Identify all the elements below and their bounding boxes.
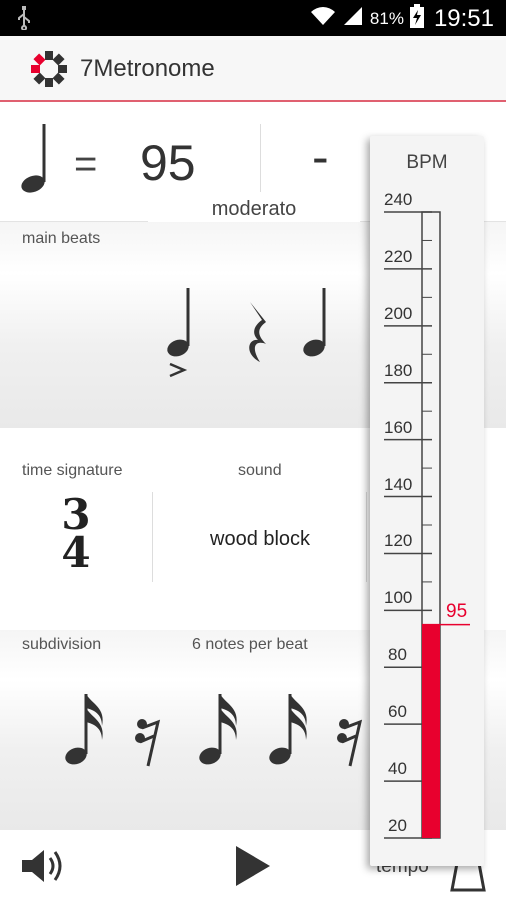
bpm-scale[interactable] — [370, 136, 484, 866]
sixteenth-rest-icon[interactable] — [134, 718, 164, 773]
subdivision-label: subdivision — [22, 636, 102, 653]
sixteenth-note-icon[interactable] — [62, 690, 112, 775]
app-title: 7Metronome — [80, 55, 215, 82]
divider — [152, 492, 153, 582]
sixteenth-note-icon[interactable] — [196, 690, 246, 775]
signal-icon — [342, 5, 364, 33]
clock: 19:51 — [433, 5, 494, 32]
sound-selector[interactable]: wood block — [210, 528, 310, 551]
bpm-tick-label: 240 — [384, 190, 413, 209]
bpm-tick-label: 160 — [384, 417, 413, 437]
bpm-level-fill — [422, 624, 440, 838]
sixteenth-rest-icon[interactable] — [336, 718, 366, 773]
accented-quarter-note-icon[interactable] — [160, 284, 200, 385]
quarter-note-icon[interactable] — [16, 122, 50, 199]
bpm-slider-popup[interactable]: BPM 240 220 200 180 160 140 120 100 80 60 40 20 95 — [370, 136, 484, 866]
play-button[interactable] — [232, 844, 272, 893]
bpm-tick-label: 20 — [388, 816, 407, 835]
battery-percent: 81% — [369, 9, 404, 28]
volume-icon[interactable] — [20, 846, 68, 891]
bpm-tick-label: 60 — [388, 702, 407, 722]
divider — [260, 124, 261, 200]
bpm-tick-label: 40 — [388, 759, 407, 779]
bpm-tick-label: 140 — [384, 474, 413, 494]
main-beats-label: main beats — [22, 230, 101, 247]
action-bar: 7Metronome — [0, 36, 506, 102]
quarter-rest-icon[interactable] — [240, 300, 274, 375]
time-signature-selector[interactable]: 3 4 — [60, 494, 92, 577]
app-logo-icon — [30, 50, 68, 88]
tempo-decrease-button[interactable]: - — [312, 128, 329, 186]
bpm-tick-label: 220 — [384, 246, 413, 266]
quarter-note-beat-icon[interactable] — [298, 284, 338, 369]
bpm-tick-label: 200 — [384, 303, 413, 323]
bpm-tick-label: 180 — [384, 360, 413, 380]
equals-sign: = — [74, 142, 98, 186]
sound-label: sound — [238, 462, 282, 479]
time-signature-denominator: 4 — [61, 528, 91, 577]
status-bar: 81% 19:51 — [0, 0, 506, 36]
bpm-tick-label: 100 — [384, 588, 413, 608]
bpm-tick-label: 80 — [388, 645, 407, 665]
sixteenth-note-icon[interactable] — [266, 690, 316, 775]
bpm-current-value: 95 — [446, 600, 468, 622]
usb-icon — [16, 6, 32, 36]
bpm-tick-label: 120 — [384, 531, 413, 551]
tempo-value[interactable]: 95 — [140, 134, 196, 192]
battery-icon — [409, 4, 424, 34]
time-signature-label: time signature — [22, 462, 123, 479]
divider — [366, 492, 367, 582]
subdivision-description: 6 notes per beat — [192, 636, 308, 653]
wifi-icon — [310, 5, 336, 33]
tempo-marking: moderato — [148, 192, 360, 226]
